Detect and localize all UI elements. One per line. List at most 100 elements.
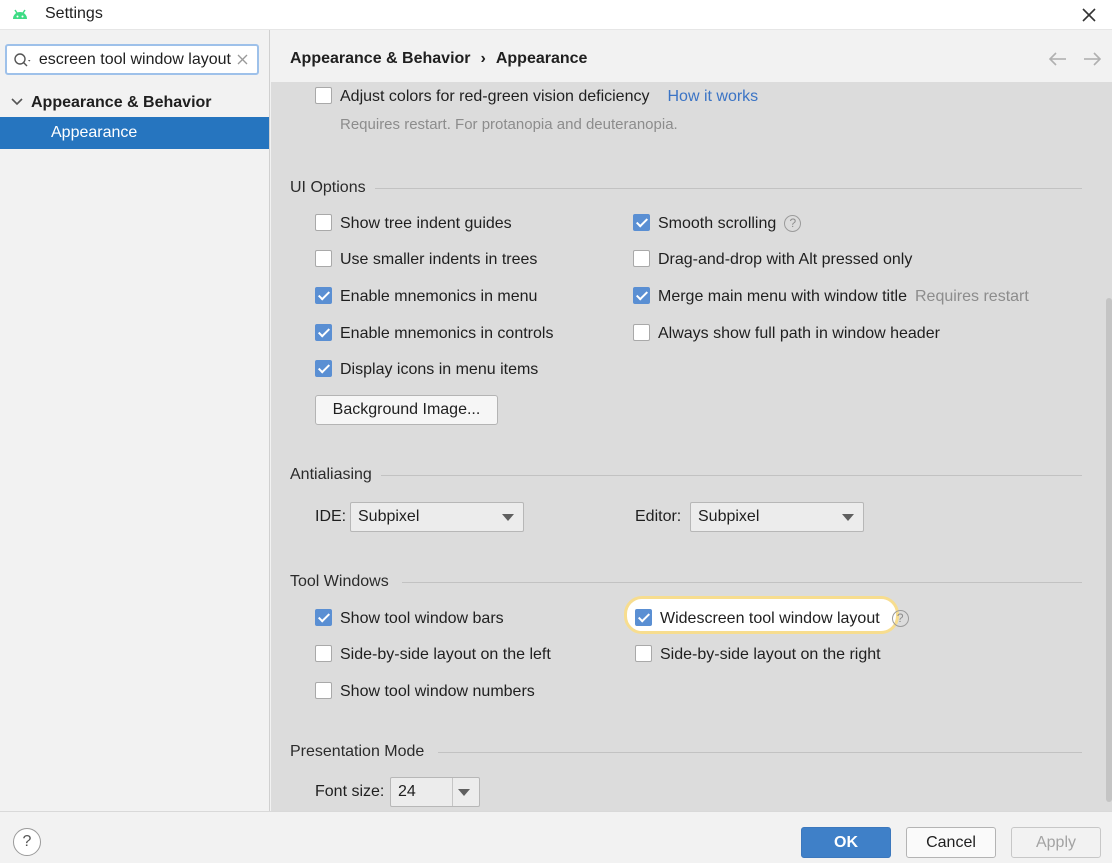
breadcrumb-part: Appearance — [495, 50, 588, 67]
title-bar: Settings — [0, 0, 1112, 30]
checkbox[interactable] — [633, 214, 650, 231]
ide-label: IDE: — [315, 508, 347, 525]
breadcrumb: Appearance & Behavior › Appearance — [290, 50, 587, 68]
checkbox[interactable] — [315, 324, 332, 341]
checkbox[interactable] — [633, 324, 650, 341]
editor-antialiasing-select[interactable]: Subpixel — [690, 502, 864, 532]
scrollbar[interactable] — [1106, 298, 1112, 802]
option-mnemonics-controls[interactable]: Enable mnemonics in controls — [315, 323, 553, 345]
ok-button[interactable]: OK — [801, 827, 891, 858]
settings-sidebar: Appearance & Behavior Appearance — [0, 30, 270, 811]
checkbox[interactable] — [315, 214, 332, 231]
checkbox[interactable] — [635, 645, 652, 662]
select-value: 24 — [398, 783, 416, 800]
cancel-button[interactable]: Cancel — [906, 827, 996, 858]
checkbox[interactable] — [633, 287, 650, 304]
option-full-path-header[interactable]: Always show full path in window header — [633, 323, 940, 345]
option-mnemonics-menu[interactable]: Enable mnemonics in menu — [315, 286, 537, 308]
dropdown-arrow-icon — [842, 514, 854, 521]
option-label: Merge main menu with window title — [658, 288, 907, 305]
settings-content: Adjust colors for red-green vision defic… — [271, 82, 1112, 811]
option-label: Side-by-side layout on the left — [340, 646, 551, 663]
dropdown-arrow-icon — [502, 514, 514, 521]
dropdown-arrow-icon — [458, 789, 470, 796]
option-side-by-side-left[interactable]: Side-by-side layout on the left — [315, 644, 551, 666]
option-smaller-indents[interactable]: Use smaller indents in trees — [315, 249, 537, 271]
tree-item-appearance-behavior[interactable]: Appearance & Behavior — [0, 88, 269, 117]
ui-options-title: UI Options — [290, 179, 366, 196]
background-image-button[interactable]: Background Image... — [315, 395, 498, 425]
tree-item-appearance[interactable]: Appearance — [0, 117, 269, 149]
search-input[interactable] — [37, 48, 233, 71]
group-divider — [375, 188, 1082, 189]
option-label: Show tree indent guides — [340, 215, 512, 232]
red-green-checkbox[interactable] — [315, 87, 332, 104]
restart-note: Requires restart. For protanopia and deu… — [340, 116, 678, 133]
option-label: Always show full path in window header — [658, 325, 940, 342]
option-smooth-scrolling[interactable]: Smooth scrolling? — [633, 213, 802, 235]
chevron-down-icon[interactable] — [11, 97, 23, 107]
option-tool-window-bars[interactable]: Show tool window bars — [315, 608, 504, 630]
checkbox[interactable] — [315, 250, 332, 267]
dialog-footer: ? OK Cancel Apply — [0, 811, 1112, 863]
how-it-works-link[interactable]: How it works — [667, 88, 758, 105]
option-tree-indent[interactable]: Show tree indent guides — [315, 213, 512, 235]
android-icon — [13, 9, 27, 19]
font-size-label: Font size: — [315, 783, 385, 800]
option-merge-main-menu[interactable]: Merge main menu with window title Require… — [633, 286, 1029, 308]
font-size-select[interactable]: 24 — [390, 777, 480, 807]
tree-item-label: Appearance — [51, 124, 138, 141]
search-box[interactable] — [5, 44, 259, 75]
help-icon[interactable]: ? — [891, 610, 909, 627]
option-label: Display icons in menu items — [340, 361, 539, 378]
option-label: Enable mnemonics in menu — [340, 288, 538, 305]
breadcrumb-separator: › — [480, 50, 486, 67]
option-label: Enable mnemonics in controls — [340, 325, 554, 342]
option-label: Drag-and-drop with Alt pressed only — [658, 251, 913, 268]
group-divider — [438, 752, 1082, 753]
option-icons-menu[interactable]: Display icons in menu items — [315, 359, 538, 381]
option-label: Widescreen tool window layout — [660, 610, 880, 627]
tree-item-label: Appearance & Behavior — [31, 94, 212, 111]
option-side-by-side-right[interactable]: Side-by-side layout on the right — [635, 644, 881, 666]
option-label: Smooth scrolling — [658, 215, 777, 232]
checkbox[interactable] — [315, 609, 332, 626]
red-green-label: Adjust colors for red-green vision defic… — [340, 88, 650, 105]
nav-arrows — [1038, 52, 1102, 70]
search-icon — [14, 53, 31, 67]
editor-label: Editor: — [635, 508, 682, 525]
select-value: Subpixel — [358, 508, 420, 525]
option-label: Show tool window bars — [340, 610, 504, 627]
help-icon[interactable]: ? — [784, 215, 802, 232]
checkbox[interactable] — [635, 609, 652, 626]
checkbox[interactable] — [315, 682, 332, 699]
select-divider — [452, 778, 453, 806]
back-arrow-icon[interactable] — [1048, 52, 1068, 66]
settings-main: Appearance & Behavior › Appearance Adjust … — [271, 30, 1112, 811]
checkbox[interactable] — [315, 287, 332, 304]
apply-button[interactable]: Apply — [1011, 827, 1101, 858]
clear-icon[interactable] — [236, 53, 249, 66]
close-icon[interactable] — [1078, 4, 1100, 26]
ide-antialiasing-select[interactable]: Subpixel — [350, 502, 524, 532]
checkbox[interactable] — [315, 360, 332, 377]
forward-arrow-icon[interactable] — [1082, 52, 1102, 66]
checkbox[interactable] — [633, 250, 650, 267]
window-title: Settings — [45, 5, 103, 22]
antialiasing-title: Antialiasing — [290, 466, 372, 483]
option-widescreen-layout[interactable]: Widescreen tool window layout? — [635, 608, 909, 630]
option-label: Use smaller indents in trees — [340, 251, 538, 268]
checkbox[interactable] — [315, 645, 332, 662]
option-drag-drop-alt[interactable]: Drag-and-drop with Alt pressed only — [633, 249, 912, 271]
option-label: Show tool window numbers — [340, 683, 535, 700]
option-label: Side-by-side layout on the right — [660, 646, 881, 663]
help-button[interactable]: ? — [13, 828, 41, 856]
group-divider — [402, 582, 1082, 583]
breadcrumb-part: Appearance & Behavior — [290, 50, 471, 67]
red-green-option[interactable]: Adjust colors for red-green vision defic… — [315, 86, 758, 108]
select-value: Subpixel — [698, 508, 760, 525]
option-tool-window-numbers[interactable]: Show tool window numbers — [315, 681, 535, 703]
presentation-mode-title: Presentation Mode — [290, 743, 425, 760]
requires-restart-note: Requires restart — [915, 288, 1029, 305]
tool-windows-title: Tool Windows — [290, 573, 389, 590]
